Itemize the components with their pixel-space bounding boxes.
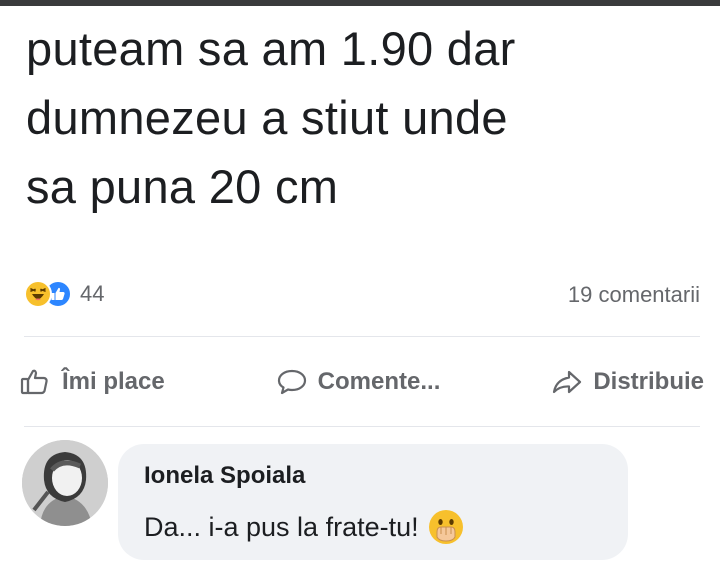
- post-stats: 44 19 comentarii: [24, 274, 700, 314]
- reaction-count: 44: [80, 281, 105, 306]
- comment-text: Da... i-a pus la frate-tu!: [144, 511, 419, 542]
- comment-button[interactable]: Comente...: [276, 367, 441, 397]
- divider: [24, 426, 700, 427]
- divider: [24, 336, 700, 337]
- share-label: Distribuie: [593, 368, 704, 395]
- comment-label: Comente...: [317, 368, 441, 395]
- top-divider: [0, 0, 720, 6]
- speech-bubble-icon: [276, 367, 310, 397]
- thumbs-up-icon: [20, 367, 54, 397]
- post-line: dumnezeu a stiut unde: [26, 91, 508, 144]
- comment-count-link[interactable]: 19 comentarii: [568, 282, 700, 308]
- comment-author[interactable]: Ionela Spoiala: [144, 462, 305, 490]
- action-bar: Îmi place Comente... Distribuie: [20, 358, 704, 406]
- comment-bubble: Ionela Spoiala Da... i-a pus la frate-tu…: [118, 444, 628, 560]
- post-card: puteam sa am 1.90 dar dumnezeu a stiut u…: [0, 0, 720, 581]
- post-body: puteam sa am 1.90 dar dumnezeu a stiut u…: [26, 14, 706, 221]
- share-button[interactable]: Distribuie: [551, 367, 704, 397]
- post-line: sa puna 20 cm: [26, 160, 339, 213]
- hand-over-mouth-emoji-icon: [428, 510, 463, 544]
- comment: Ionela Spoiala Da... i-a pus la frate-tu…: [18, 440, 708, 570]
- post-line: puteam sa am 1.90 dar: [26, 22, 516, 75]
- avatar[interactable]: [22, 440, 108, 526]
- share-arrow-icon: [551, 367, 585, 397]
- like-button[interactable]: Îmi place: [20, 367, 165, 397]
- comment-body: Da... i-a pus la frate-tu!: [144, 510, 463, 544]
- like-label: Îmi place: [62, 368, 165, 395]
- reactions-summary[interactable]: 44: [24, 280, 104, 308]
- haha-reaction-icon: [24, 280, 52, 308]
